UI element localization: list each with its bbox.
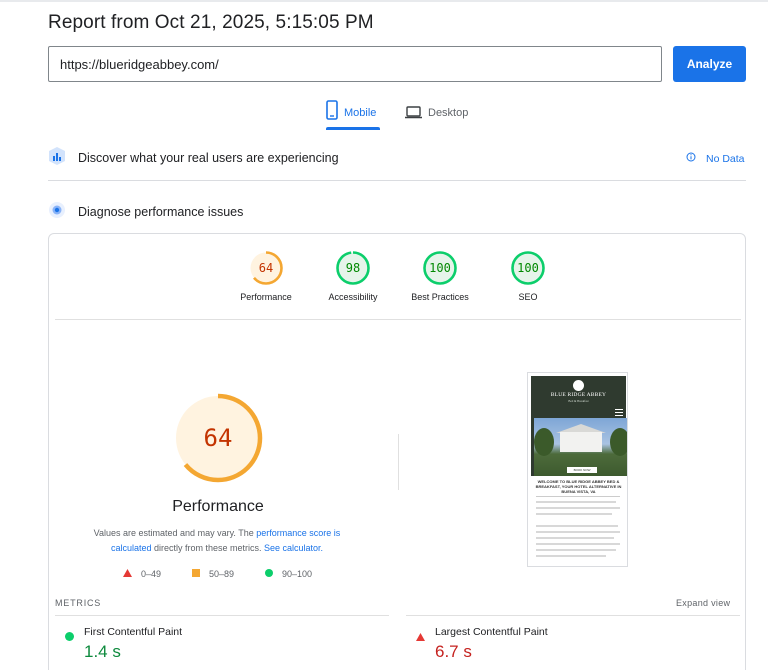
url-input[interactable] [48,46,662,82]
top-border [0,0,768,2]
tab-desktop[interactable]: Desktop [405,100,468,132]
metric-name: Largest Contentful Paint [435,626,548,638]
triangle-icon [123,569,132,579]
performance-gauge-ring: 64 [249,251,283,285]
real-users-section: Discover what your real users are experi… [48,146,746,171]
screenshot-site-sub: Bed & Breakfast [568,399,589,403]
screenshot-heading: WELCOME TO BLUE RIDGE ABBEY BED & BREAKF… [535,479,622,494]
metric-first-contentful-paint: First Contentful Paint 1.4 s [55,615,389,670]
performance-big-gauge: 64 [173,393,263,483]
no-data-status[interactable]: No Data [686,152,745,165]
best-practices-label: Best Practices [411,292,469,302]
performance-label: Performance [240,292,292,302]
disclaimer-text-1: Values are estimated and may vary. The [93,528,257,538]
gauge-accessibility[interactable]: 98 Accessibility [313,250,393,302]
tab-desktop-label: Desktop [428,107,469,119]
square-icon [192,569,200,579]
fail-triangle-icon [416,628,425,646]
text-line [536,501,616,503]
metric-value: 6.7 s [435,642,472,661]
screenshot-rule [536,496,620,497]
tab-active-indicator [326,127,380,130]
tree-shape [534,428,554,456]
text-line [536,507,620,509]
text-line [536,513,612,515]
house-shape [560,432,602,452]
accessibility-score: 98 [346,261,360,275]
hamburger-menu-icon [615,409,623,416]
text-line [536,525,618,527]
seo-gauge-ring: 100 [511,251,545,285]
legend-fail-label: 0–49 [141,569,162,579]
best-practices-score: 100 [429,261,451,275]
performance-big-label: Performance [172,498,264,515]
best-practices-gauge-ring: 100 [423,251,457,285]
legend-pass: 90–100 [265,569,312,579]
tab-mobile-label: Mobile [344,107,377,119]
score-disclaimer: Values are estimated and may vary. The p… [82,526,352,556]
accessibility-label: Accessibility [328,292,378,302]
screenshot-site-name: BLUE RIDGE ABBEY [550,392,607,398]
expand-view-toggle[interactable]: Expand view [676,598,730,608]
performance-score: 64 [259,261,273,275]
card-divider [55,319,741,320]
text-line [536,531,620,533]
disclaimer-text-2: directly from these metrics. [151,543,264,553]
lighthouse-icon [48,201,66,224]
final-screenshot[interactable]: BLUE RIDGE ABBEY Bed & Breakfast BOOK NO… [527,372,628,567]
legend-average-label: 50–89 [209,569,235,579]
screenshot-hero-photo: BOOK NOW [534,418,627,476]
section-divider [48,180,746,181]
screenshot-header: BLUE RIDGE ABBEY Bed & Breakfast BOOK NO… [531,376,627,476]
text-line [536,537,614,539]
legend-average: 50–89 [192,569,234,579]
vertical-divider [398,434,399,490]
diagnose-section: Diagnose performance issues [48,201,746,224]
tree-shape [610,428,627,456]
gauge-seo[interactable]: 100 SEO [488,250,568,302]
pass-circle-icon [65,628,74,646]
report-card [48,233,746,670]
text-line [536,555,606,557]
circle-icon [265,569,273,579]
screenshot-book-button: BOOK NOW [567,467,597,473]
metric-name: First Contentful Paint [84,626,183,638]
smartphone-icon [326,100,338,123]
seo-score: 100 [517,261,539,275]
crux-icon [48,146,66,171]
seo-label: SEO [518,292,538,302]
gauge-best-practices[interactable]: 100 Best Practices [400,250,480,302]
performance-big-score: 64 [204,424,233,452]
site-logo-icon [573,380,584,391]
laptop-icon [405,106,422,122]
legend-fail: 0–49 [123,569,161,579]
see-calculator-link[interactable]: See calculator. [264,543,323,553]
metrics-header: METRICS [55,598,102,608]
text-line [536,543,620,545]
metric-value: 1.4 s [84,642,121,661]
legend-pass-label: 90–100 [282,569,313,579]
gauge-performance[interactable]: 64 Performance [226,250,306,302]
real-users-title: Discover what your real users are experi… [78,151,339,165]
info-icon [686,152,696,165]
metric-largest-contentful-paint: Largest Contentful Paint 6.7 s [406,615,740,670]
text-line [536,549,616,551]
accessibility-gauge-ring: 98 [336,251,370,285]
report-title: Report from Oct 21, 2025, 5:15:05 PM [48,12,374,33]
analyze-button[interactable]: Analyze [673,46,746,82]
diagnose-title: Diagnose performance issues [78,205,244,219]
no-data-label: No Data [706,152,745,165]
